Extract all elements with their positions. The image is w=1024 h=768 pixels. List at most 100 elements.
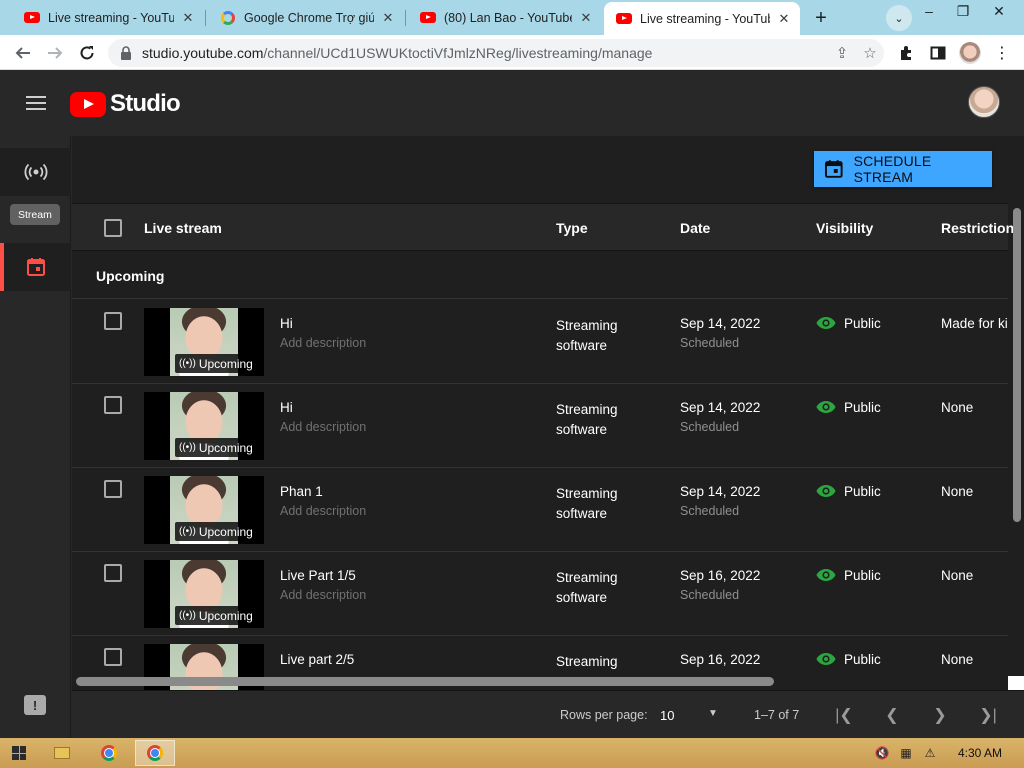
feedback-icon[interactable]: ! — [24, 695, 46, 715]
stream-restrictions: None — [941, 652, 974, 667]
table-header: Live stream Type Date Visibility Restric… — [72, 203, 1014, 251]
new-tab-icon[interactable]: + — [808, 5, 834, 31]
column-header-restrictions[interactable]: Restriction — [941, 220, 1014, 236]
forward-icon[interactable] — [42, 40, 68, 66]
horizontal-scrollbar[interactable] — [76, 677, 774, 686]
stream-type: Streaming — [556, 654, 618, 669]
last-page-icon[interactable]: ❯| — [976, 703, 1000, 727]
row-checkbox[interactable] — [104, 564, 122, 582]
dropdown-arrow-icon[interactable]: ▼ — [708, 708, 718, 719]
stream-title[interactable]: Phan 1 — [280, 484, 323, 499]
column-header-type[interactable]: Type — [556, 220, 588, 236]
close-icon[interactable]: ✕ — [380, 10, 396, 26]
stream-description[interactable]: Add description — [280, 504, 366, 518]
rows-per-page-select[interactable]: 10 — [660, 708, 674, 723]
stream-visibility[interactable]: Public — [844, 400, 881, 415]
notification-icon[interactable]: ⚠ — [922, 746, 938, 760]
close-icon[interactable]: ✕ — [578, 10, 594, 26]
share-icon[interactable]: ⇪ — [828, 44, 856, 62]
restore-icon[interactable]: ❐ — [946, 0, 980, 22]
rail-item-stream[interactable] — [0, 148, 71, 196]
rows-per-page-label: Rows per page: — [560, 708, 648, 722]
taskbar-chrome[interactable] — [89, 740, 129, 766]
row-checkbox[interactable] — [104, 312, 122, 330]
stream-type: Streaming software — [556, 486, 618, 521]
stream-title[interactable]: Hi — [280, 400, 293, 415]
close-icon[interactable]: ✕ — [776, 11, 792, 27]
extensions-icon[interactable] — [894, 41, 918, 65]
speaker-muted-icon[interactable]: 🔇 — [874, 746, 890, 760]
stream-thumbnail[interactable]: ((•)) Upcoming — [144, 308, 264, 376]
stream-visibility[interactable]: Public — [844, 316, 881, 331]
table-row[interactable]: ((•)) Upcoming Phan 1 Add description Str… — [72, 468, 1008, 552]
upcoming-badge: ((•)) Upcoming — [175, 354, 257, 373]
stream-date: Sep 16, 2022 — [680, 652, 761, 667]
address-bar[interactable]: studio.youtube.com/channel/UCd1USWUKtoct… — [108, 39, 884, 67]
reload-icon[interactable] — [74, 40, 100, 66]
browser-tab[interactable]: Live streaming - YouTube ✕ — [12, 2, 204, 33]
stream-description[interactable]: Add description — [280, 336, 366, 350]
row-checkbox[interactable] — [104, 396, 122, 414]
browser-tab[interactable]: (80) Lan Bao - YouTube ✕ — [408, 2, 602, 33]
browser-tab[interactable]: Google Chrome Trợ giúp ✕ — [208, 2, 404, 33]
row-checkbox[interactable] — [104, 480, 122, 498]
stream-visibility[interactable]: Public — [844, 484, 881, 499]
minimize-icon[interactable]: – — [912, 0, 946, 22]
studio-header: Studio — [0, 70, 1024, 136]
account-avatar[interactable] — [968, 86, 1000, 118]
stream-visibility[interactable]: Public — [844, 652, 881, 667]
windows-start-icon[interactable] — [12, 746, 26, 760]
calendar-icon — [26, 258, 45, 276]
left-rail: Stream ! — [0, 136, 71, 738]
side-panel-icon[interactable] — [926, 41, 950, 65]
row-checkbox[interactable] — [104, 648, 122, 666]
browser-menu-icon[interactable]: ⋮ — [990, 41, 1014, 65]
stream-restrictions: Made for ki — [941, 316, 1008, 331]
tab-title: (80) Lan Bao - YouTube — [444, 10, 572, 25]
profile-avatar[interactable] — [958, 41, 982, 65]
stream-description[interactable]: Add description — [280, 588, 366, 602]
next-page-icon[interactable]: ❯ — [928, 703, 952, 727]
network-icon[interactable]: ▦ — [898, 746, 914, 760]
stream-restrictions: None — [941, 568, 974, 583]
stream-restrictions: None — [941, 400, 974, 415]
close-icon[interactable]: ✕ — [180, 10, 196, 26]
bookmark-star-icon[interactable]: ☆ — [856, 44, 884, 62]
stream-thumbnail[interactable]: ((•)) Upcoming — [144, 392, 264, 460]
stream-title[interactable]: Live Part 1/5 — [280, 568, 356, 583]
column-header-live-stream[interactable]: Live stream — [144, 220, 222, 236]
table-row[interactable]: ((•)) Upcoming Hi Add description Streami… — [72, 300, 1008, 384]
tab-title: Live streaming - YouTube — [48, 10, 174, 25]
tab-divider — [205, 10, 206, 26]
stream-thumbnail[interactable]: ((•)) Upcoming — [144, 476, 264, 544]
column-header-date[interactable]: Date — [680, 220, 710, 236]
menu-icon[interactable] — [26, 96, 46, 110]
table-row[interactable]: ((•)) Upcoming Hi Add description Streami… — [72, 384, 1008, 468]
schedule-stream-label: SCHEDULE STREAM — [853, 153, 932, 185]
stream-title[interactable]: Hi — [280, 316, 293, 331]
select-all-checkbox[interactable] — [104, 219, 122, 237]
live-broadcast-icon: ((•)) — [179, 442, 196, 453]
previous-page-icon[interactable]: ❮ — [880, 703, 904, 727]
system-clock[interactable]: 4:30 AM — [958, 746, 1002, 760]
vertical-scrollbar[interactable] — [1013, 208, 1021, 522]
browser-tab-strip: Live streaming - YouTube ✕ Google Chrome… — [0, 0, 1024, 35]
back-icon[interactable] — [10, 40, 36, 66]
stream-thumbnail[interactable]: ((•)) Upcoming — [144, 560, 264, 628]
window-close-icon[interactable]: ✕ — [982, 0, 1016, 22]
stream-type: Streaming software — [556, 402, 618, 437]
studio-logo[interactable]: Studio — [70, 90, 181, 118]
table-row[interactable]: ((•)) Upcoming Live Part 1/5 Add descript… — [72, 552, 1008, 636]
stream-title[interactable]: Live part 2/5 — [280, 652, 354, 667]
first-page-icon[interactable]: |❮ — [832, 703, 856, 727]
upcoming-badge: ((•)) Upcoming — [175, 438, 257, 457]
column-header-visibility[interactable]: Visibility — [816, 220, 873, 236]
taskbar-file-explorer[interactable] — [42, 740, 82, 766]
rail-item-manage[interactable] — [0, 243, 71, 291]
stream-description[interactable]: Add description — [280, 420, 366, 434]
stream-visibility[interactable]: Public — [844, 568, 881, 583]
tab-search-icon[interactable]: ⌄ — [886, 5, 912, 31]
taskbar-chrome-active[interactable] — [135, 740, 175, 766]
browser-tab-active[interactable]: Live streaming - YouTube ✕ — [604, 2, 800, 35]
schedule-stream-button[interactable]: SCHEDULE STREAM — [814, 151, 992, 187]
